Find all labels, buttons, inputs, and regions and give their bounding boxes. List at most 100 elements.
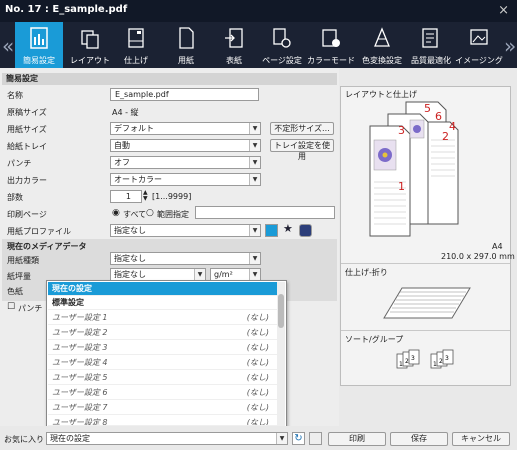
output-color-select[interactable]: オートカラー ▼ bbox=[110, 173, 261, 186]
tab-label: レイアウト bbox=[70, 56, 110, 65]
output-color-value: オートカラー bbox=[114, 175, 162, 184]
quality-icon bbox=[422, 28, 438, 48]
quick-settings-icon bbox=[30, 27, 48, 49]
list-item[interactable]: ユーザー設定 1 (なし) bbox=[48, 311, 277, 325]
page-range-input[interactable] bbox=[195, 206, 335, 219]
profile-edit-icon[interactable] bbox=[265, 224, 278, 237]
sort-num: 2 bbox=[439, 358, 443, 365]
tab-quick-settings[interactable]: 簡易設定 bbox=[15, 22, 63, 68]
item-value: (なし) bbox=[246, 388, 269, 397]
paper-type-value: 指定なし bbox=[114, 254, 146, 263]
tab-cover[interactable]: 表紙 bbox=[212, 22, 256, 68]
weight-unit: g/m² bbox=[214, 270, 233, 279]
print-range-radio[interactable]: ○ bbox=[146, 208, 154, 218]
weight-value: 指定なし bbox=[114, 270, 146, 279]
paper-profile-value: 指定なし bbox=[114, 226, 146, 235]
layout-title: レイアウトと仕上げ bbox=[345, 90, 417, 99]
tab-imaging[interactable]: イメージング bbox=[455, 22, 503, 68]
list-item[interactable]: ユーザー設定 8 (なし) bbox=[48, 416, 277, 426]
item-value: (なし) bbox=[246, 358, 269, 367]
tab-quality[interactable]: 品質最適化 bbox=[407, 22, 455, 68]
chevron-down-icon: ▼ bbox=[249, 140, 260, 151]
list-item[interactable]: ユーザー設定 2 (なし) bbox=[48, 326, 277, 340]
prev-arrow-icon[interactable]: « bbox=[2, 34, 14, 58]
punch-label: パンチ bbox=[7, 159, 32, 168]
item-label: ユーザー設定 1 bbox=[52, 313, 108, 322]
tray-settings-button[interactable]: トレイ設定を使用 bbox=[270, 139, 334, 161]
custom-size-button[interactable]: 不定形サイズ... bbox=[270, 122, 334, 135]
size-name: A4 bbox=[492, 242, 503, 251]
item-label: ユーザー設定 2 bbox=[52, 328, 108, 337]
paper-type-label: 用紙種類 bbox=[7, 256, 39, 265]
list-item-current[interactable]: 現在の設定 bbox=[48, 282, 277, 296]
fold-preview bbox=[383, 287, 471, 319]
star-icon[interactable]: ★ bbox=[283, 222, 293, 235]
print-range-label: 範囲指定 bbox=[157, 210, 189, 219]
favorites-label: お気に入り bbox=[4, 435, 44, 444]
punch-value: オフ bbox=[114, 158, 130, 167]
item-label: ユーザー設定 6 bbox=[52, 388, 108, 397]
chevron-down-icon: ▼ bbox=[249, 157, 260, 168]
paper-size-select[interactable]: デフォルト ▼ bbox=[110, 122, 261, 135]
page-number: 1 bbox=[398, 180, 405, 193]
name-field[interactable]: E_sample.pdf bbox=[110, 88, 259, 101]
copies-range: [1...9999] bbox=[152, 192, 192, 201]
list-item[interactable]: ユーザー設定 4 (なし) bbox=[48, 356, 277, 370]
list-item-standard[interactable]: 標準設定 bbox=[48, 296, 277, 310]
punch-select[interactable]: オフ ▼ bbox=[110, 156, 261, 169]
cancel-button[interactable]: キャンセル bbox=[452, 432, 510, 446]
copies-stepper[interactable]: ▲ ▼ bbox=[143, 190, 148, 202]
page-number: 3 bbox=[398, 124, 405, 137]
scrollbar-thumb[interactable] bbox=[278, 294, 284, 328]
copies-label: 部数 bbox=[7, 193, 23, 202]
copies-input[interactable]: 1 bbox=[110, 190, 142, 203]
item-value: (なし) bbox=[246, 328, 269, 337]
sort-preview: 1 2 3 1 2 3 bbox=[396, 349, 454, 369]
tab-finishing[interactable]: 仕上げ bbox=[114, 22, 158, 68]
media-title: 現在のメディアデータ bbox=[7, 242, 87, 251]
tab-color-mode[interactable]: カラーモード bbox=[306, 22, 356, 68]
tab-label: 用紙 bbox=[178, 56, 194, 65]
window-title: No. 17 : E_sample.pdf bbox=[5, 4, 128, 15]
chevron-down-icon: ▼ bbox=[249, 225, 260, 236]
tab-color-conversion[interactable]: 色変換設定 bbox=[357, 22, 407, 68]
close-icon[interactable]: × bbox=[498, 3, 509, 18]
page-number: 5 bbox=[424, 102, 431, 115]
list-item[interactable]: ユーザー設定 5 (なし) bbox=[48, 371, 277, 385]
weight-label: 紙坪量 bbox=[7, 272, 31, 281]
sort-num: 3 bbox=[411, 355, 415, 362]
tab-label: 表紙 bbox=[226, 56, 242, 65]
favorites-select[interactable]: 現在の設定 ▼ bbox=[46, 432, 288, 445]
punched-checkbox[interactable]: ☐ bbox=[7, 302, 15, 312]
tab-label: 仕上げ bbox=[124, 56, 148, 65]
refresh-icon[interactable]: ↻ bbox=[292, 432, 305, 445]
chevron-down-icon: ▼ bbox=[249, 253, 260, 264]
save-button[interactable]: 保存 bbox=[390, 432, 448, 446]
sort-num: 2 bbox=[405, 358, 409, 365]
tab-page-settings[interactable]: ページ設定 bbox=[258, 22, 306, 68]
tab-bar: « 簡易設定 レイアウト 仕上げ 用紙 表紙 ページ設定 カラーモード 色変換設… bbox=[0, 22, 517, 68]
color-label: 色紙 bbox=[7, 287, 23, 296]
sort-title: ソート/グループ bbox=[345, 335, 404, 344]
scrollbar[interactable] bbox=[277, 282, 285, 426]
tab-paper[interactable]: 用紙 bbox=[164, 22, 208, 68]
finishing-icon bbox=[128, 28, 144, 48]
list-item[interactable]: ユーザー設定 7 (なし) bbox=[48, 401, 277, 415]
print-button[interactable]: 印刷 bbox=[328, 432, 386, 446]
page-number: 6 bbox=[435, 110, 442, 123]
print-all-radio[interactable]: ◉ bbox=[112, 208, 120, 218]
paper-size-value: デフォルト bbox=[114, 124, 154, 133]
save-icon[interactable] bbox=[309, 432, 322, 445]
paper-profile-select[interactable]: 指定なし ▼ bbox=[110, 224, 261, 237]
tag-icon[interactable] bbox=[299, 224, 312, 237]
chevron-down-icon: ▼ bbox=[276, 433, 287, 444]
favorites-value: 現在の設定 bbox=[50, 434, 90, 443]
next-arrow-icon[interactable]: » bbox=[504, 34, 516, 58]
tab-label: 簡易設定 bbox=[23, 56, 55, 65]
bottom-bar: お気に入り 現在の設定 ▼ ↻ 印刷 保存 キャンセル bbox=[0, 426, 517, 450]
paper-type-select[interactable]: 指定なし ▼ bbox=[110, 252, 261, 265]
list-item[interactable]: ユーザー設定 6 (なし) bbox=[48, 386, 277, 400]
tab-layout[interactable]: レイアウト bbox=[66, 22, 114, 68]
tray-select[interactable]: 自動 ▼ bbox=[110, 139, 261, 152]
list-item[interactable]: ユーザー設定 3 (なし) bbox=[48, 341, 277, 355]
